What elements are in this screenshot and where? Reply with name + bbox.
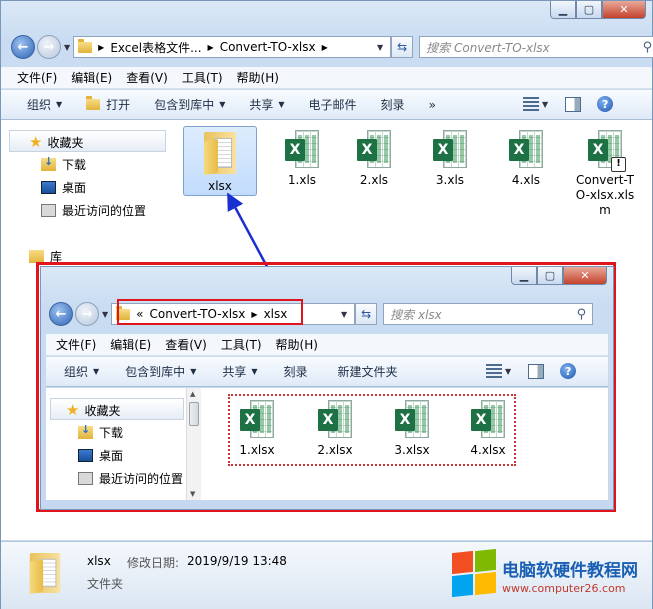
inner-close-button[interactable]: ✕ — [563, 267, 607, 285]
inner-burn-button[interactable]: 刻录 — [284, 363, 308, 380]
inner-menu-file[interactable]: 文件(F) — [56, 336, 96, 353]
inner-file-list: X 1.xlsx X 2.xlsx X 3.xlsx X 4.xlsx — [201, 388, 608, 500]
desktop-label: 桌面 — [99, 449, 124, 463]
inner-refresh-button[interactable]: ⇆ — [355, 303, 378, 325]
inner-forward-button[interactable]: → — [75, 302, 99, 326]
inner-command-bar: 组织 ▼ 包含到库中 ▼ 共享 ▼ 刻录 新建文件夹 ▼ ? — [46, 357, 608, 387]
inner-explorer-window: ▁ ▢ ✕ ← → ▼ « Convert-TO-xlsx ▶ xlsx ▼ ⇆… — [40, 266, 614, 510]
inner-address-dropdown[interactable]: ▼ — [341, 310, 347, 319]
inner-search-placeholder: 搜索 xlsx — [390, 307, 442, 322]
address-highlight-frame — [117, 299, 303, 325]
new-folder-button[interactable]: 新建文件夹 — [338, 363, 398, 380]
inner-nav-desktop[interactable]: 桌面 — [78, 447, 123, 464]
site-watermark: 电脑软硬件教程网 www.computer26.com — [450, 548, 650, 606]
preview-pane-icon[interactable] — [528, 363, 545, 379]
inner-nav-recent[interactable]: 最近访问的位置 — [78, 470, 183, 487]
inner-caption-buttons: ▁ ▢ ✕ — [511, 267, 607, 285]
burn-label: 刻录 — [283, 365, 308, 379]
inner-back-button[interactable]: ← — [49, 302, 73, 326]
watermark-url: www.computer26.com — [502, 582, 626, 595]
view-dropdown[interactable]: ▼ — [505, 367, 511, 376]
scrollbar-thumb[interactable] — [189, 402, 199, 426]
nav-scrollbar[interactable]: ▲ ▼ — [186, 388, 201, 500]
windows-logo-icon — [452, 548, 498, 598]
inner-nav-downloads[interactable]: 下载 — [78, 423, 124, 441]
scroll-up-icon[interactable]: ▲ — [190, 390, 195, 398]
inner-include-library-button[interactable]: 包含到库中 ▼ — [125, 363, 196, 380]
downloads-label: 下载 — [99, 426, 124, 440]
inner-navigation-pane: ★ 收藏夹 下载 桌面 最近访问的位置 — [46, 388, 186, 500]
inner-minimize-button[interactable]: ▁ — [511, 267, 537, 285]
help-icon[interactable]: ? — [560, 363, 577, 379]
inner-nav-favorites[interactable]: ★ 收藏夹 — [66, 401, 120, 419]
inner-menu-help[interactable]: 帮助(H) — [276, 336, 318, 353]
share-label: 共享 — [222, 365, 247, 379]
organize-label: 组织 — [64, 365, 89, 379]
favorites-label: 收藏夹 — [84, 403, 121, 418]
inner-menu-bar: 文件(F) 编辑(E) 查看(V) 工具(T) 帮助(H) — [46, 334, 608, 356]
desktop-icon — [78, 449, 93, 462]
inner-maximize-button[interactable]: ▢ — [537, 267, 563, 285]
inner-menu-view[interactable]: 查看(V) — [165, 336, 207, 353]
recent-places-icon — [78, 472, 93, 485]
include-label: 包含到库中 — [125, 365, 186, 379]
view-options-icon[interactable] — [486, 364, 502, 378]
inner-search-input[interactable]: 搜索 xlsx ⚲ — [383, 303, 594, 325]
recent-label: 最近访问的位置 — [99, 472, 184, 486]
downloads-icon — [78, 423, 93, 439]
watermark-title: 电脑软硬件教程网 — [502, 561, 638, 581]
files-highlight-frame — [228, 394, 516, 466]
inner-recent-dropdown[interactable]: ▼ — [102, 310, 108, 319]
new-folder-label: 新建文件夹 — [337, 365, 398, 379]
inner-share-button[interactable]: 共享 ▼ — [222, 363, 257, 380]
scroll-down-icon[interactable]: ▼ — [190, 490, 195, 498]
star-icon: ★ — [66, 401, 80, 419]
inner-menu-tools[interactable]: 工具(T) — [221, 336, 262, 353]
inner-organize-button[interactable]: 组织 ▼ — [64, 363, 99, 380]
search-icon: ⚲ — [576, 306, 587, 322]
inner-menu-edit[interactable]: 编辑(E) — [110, 336, 151, 353]
